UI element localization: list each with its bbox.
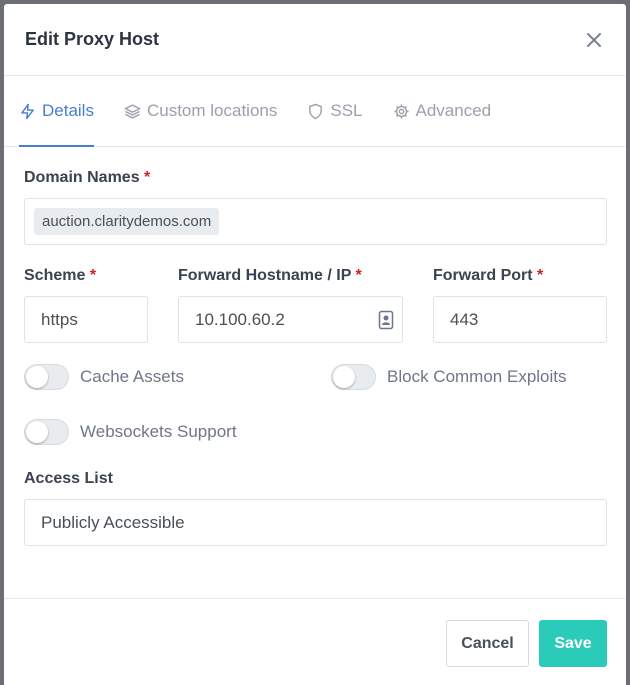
modal-footer: Cancel Save [4, 598, 626, 685]
scheme-group: Scheme * https [24, 267, 148, 343]
forward-port-input[interactable]: 443 [433, 296, 607, 343]
shield-icon [309, 103, 323, 119]
block-exploits-toggle[interactable]: Block Common Exploits [331, 364, 567, 390]
cache-assets-switch[interactable] [24, 364, 69, 390]
domain-tag[interactable]: auction.claritydemos.com [34, 208, 220, 235]
toggle-options: Cache Assets Block Common Exploits Webso… [24, 364, 607, 445]
tab-custom-locations[interactable]: Custom locations [124, 76, 277, 146]
required-mark: * [89, 267, 97, 284]
modal-title: Edit Proxy Host [25, 29, 160, 49]
block-exploits-switch[interactable] [331, 364, 376, 390]
tab-ssl[interactable]: SSL [307, 76, 363, 146]
tab-details[interactable]: Details [19, 76, 94, 147]
layers-icon [124, 103, 141, 119]
forward-host-group: Forward Hostname / IP * 10.100.60.2 [178, 267, 403, 343]
websockets-label: Websockets Support [80, 422, 237, 441]
close-button[interactable] [582, 28, 606, 52]
forward-row: Scheme * https Forward Hostname / IP * 1… [24, 267, 607, 343]
tab-ssl-label: SSL [330, 101, 363, 120]
cache-assets-label: Cache Assets [80, 367, 184, 386]
websockets-switch[interactable] [24, 419, 69, 445]
modal-header: Edit Proxy Host [4, 4, 626, 76]
block-exploits-label: Block Common Exploits [387, 367, 567, 386]
access-list-label: Access List [24, 470, 113, 487]
tab-advanced-label: Advanced [415, 101, 492, 120]
forward-port-group: Forward Port * 443 [433, 267, 607, 343]
form-body: Domain Names * auction.claritydemos.com … [4, 147, 626, 546]
close-icon [587, 32, 601, 47]
contact-card-icon[interactable] [378, 310, 394, 330]
forward-host-input[interactable]: 10.100.60.2 [178, 296, 403, 343]
cancel-button[interactable]: Cancel [446, 620, 529, 667]
gear-icon [393, 103, 409, 119]
forward-host-label: Forward Hostname / IP [178, 267, 352, 284]
required-mark: * [537, 267, 544, 284]
save-button[interactable]: Save [539, 620, 607, 667]
edit-proxy-host-modal: Edit Proxy Host Details Custom locations… [4, 4, 626, 685]
access-list-select[interactable]: Publicly Accessible [24, 499, 607, 546]
forward-host-value: 10.100.60.2 [195, 309, 285, 329]
required-mark: * [144, 169, 151, 186]
forward-port-label: Forward Port [433, 267, 533, 284]
scheme-label: Scheme [24, 267, 86, 284]
tab-advanced[interactable]: Advanced [393, 76, 492, 146]
tab-bar: Details Custom locations SSL Advanced [4, 76, 626, 147]
scheme-input[interactable]: https [24, 296, 148, 343]
websockets-toggle[interactable]: Websockets Support [24, 419, 237, 445]
domain-names-input[interactable]: auction.claritydemos.com [24, 198, 607, 245]
tab-details-label: Details [42, 101, 94, 120]
tab-custom-locations-label: Custom locations [146, 101, 278, 120]
domain-names-group: Domain Names * auction.claritydemos.com [24, 169, 607, 245]
bolt-icon [21, 103, 34, 119]
access-list-group: Access List Publicly Accessible [24, 470, 607, 546]
cache-assets-toggle[interactable]: Cache Assets [24, 364, 331, 390]
domain-names-label: Domain Names [24, 169, 140, 186]
required-mark: * [355, 267, 362, 284]
